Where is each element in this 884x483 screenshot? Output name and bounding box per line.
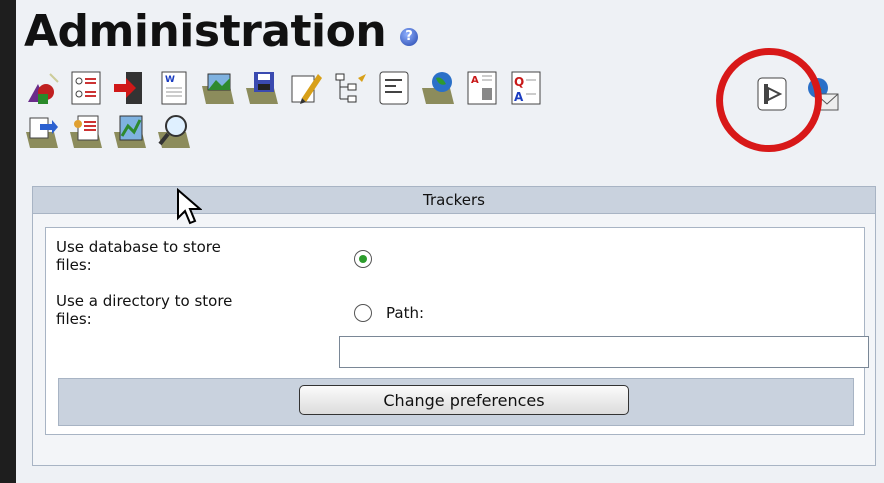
exit-door-icon[interactable] bbox=[112, 70, 148, 106]
path-label: Path: bbox=[386, 304, 425, 322]
list-icon[interactable] bbox=[68, 70, 104, 106]
db-label-line2: files: bbox=[56, 256, 92, 274]
svg-text:A: A bbox=[514, 90, 524, 104]
panel-header: Trackers bbox=[33, 187, 875, 214]
page-title: Administration bbox=[24, 6, 387, 57]
search-folder-icon[interactable] bbox=[156, 114, 192, 150]
help-icon[interactable]: ? bbox=[400, 28, 418, 46]
dir-storage-radio[interactable] bbox=[354, 304, 372, 322]
change-preferences-button[interactable]: Change preferences bbox=[299, 385, 629, 415]
dir-label-line2: files: bbox=[56, 310, 92, 328]
svg-text:W: W bbox=[165, 75, 175, 85]
dir-storage-label: Use a directory to store files: bbox=[56, 292, 232, 328]
tree-icon[interactable] bbox=[332, 70, 368, 106]
shapes-icon[interactable] bbox=[24, 70, 60, 106]
image-folder-icon[interactable] bbox=[200, 70, 236, 106]
trackers-highlight-circle bbox=[706, 38, 832, 162]
db-label-line1: Use database to store bbox=[56, 238, 221, 256]
export-folder-icon[interactable] bbox=[24, 114, 60, 150]
svg-text:Q: Q bbox=[514, 75, 524, 89]
admin-page: Administration ? W A Q A Trackers Use da… bbox=[16, 0, 884, 483]
button-bar: Change preferences bbox=[58, 378, 854, 426]
save-folder-icon[interactable] bbox=[244, 70, 280, 106]
word-doc-icon[interactable]: W bbox=[156, 70, 192, 106]
chart-folder-icon[interactable] bbox=[112, 114, 148, 150]
globe-folder-icon[interactable] bbox=[420, 70, 456, 106]
trackers-panel: Trackers Use database to store files: Us… bbox=[32, 186, 876, 466]
text-doc-icon[interactable] bbox=[376, 70, 412, 106]
db-storage-radio[interactable] bbox=[354, 250, 372, 268]
trackers-form: Use database to store files: Use a direc… bbox=[45, 227, 869, 435]
db-storage-label: Use database to store files: bbox=[56, 238, 221, 274]
path-input[interactable] bbox=[339, 336, 869, 368]
faq-icon[interactable]: QA bbox=[508, 70, 544, 106]
article-icon[interactable]: A bbox=[464, 70, 500, 106]
svg-text:A: A bbox=[471, 75, 479, 86]
dir-label-line1: Use a directory to store bbox=[56, 292, 233, 310]
edit-pencil-icon[interactable] bbox=[288, 70, 324, 106]
user-list-folder-icon[interactable] bbox=[68, 114, 104, 150]
mouse-cursor-icon bbox=[176, 187, 203, 226]
